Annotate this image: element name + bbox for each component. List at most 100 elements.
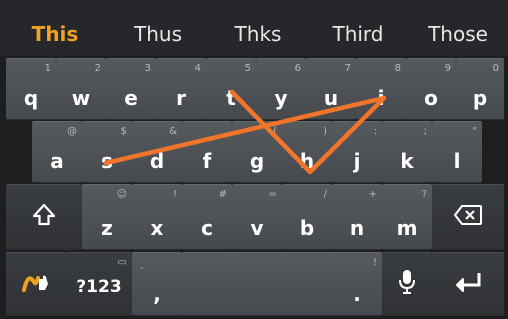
key-hint: _: [222, 126, 227, 137]
key-a[interactable]: @ a: [32, 121, 82, 183]
key-h[interactable]: ) h: [282, 121, 332, 183]
key-label: r: [176, 86, 186, 110]
key-label: c: [201, 216, 213, 240]
key-hint: @: [67, 126, 77, 137]
key-l[interactable]: " l: [432, 121, 482, 183]
suggestion-2[interactable]: Thus: [118, 0, 198, 56]
key-hint: 0: [492, 63, 499, 74]
key-k[interactable]: ; k: [382, 121, 432, 183]
key-d[interactable]: & d: [132, 121, 182, 183]
keyboard: This Thus Thks Third Those 1q 2w 3e 4r 5…: [0, 0, 508, 319]
microphone-key[interactable]: [382, 252, 432, 316]
key-label: q: [23, 86, 39, 110]
enter-icon: [432, 270, 504, 298]
key-label: p: [472, 86, 488, 110]
shift-key[interactable]: [6, 184, 82, 250]
key-w[interactable]: 2w: [56, 58, 106, 120]
key-label: k: [400, 149, 414, 173]
key-hint: 7: [344, 63, 351, 74]
key-label: e: [124, 86, 138, 110]
backspace-icon: [432, 204, 504, 230]
key-hint: 1: [44, 63, 51, 74]
key-q[interactable]: 1q: [6, 58, 56, 120]
key-y[interactable]: 6y: [256, 58, 306, 120]
key-m[interactable]: ? m: [382, 184, 432, 250]
key-o[interactable]: 9o: [406, 58, 456, 120]
shift-icon: [6, 202, 82, 232]
comma-key[interactable]: - ,: [132, 252, 182, 316]
backspace-key[interactable]: [432, 184, 504, 250]
key-hint: ": [472, 126, 477, 137]
key-label: g: [249, 149, 265, 173]
key-hint: 8: [394, 63, 401, 74]
key-hint: ?: [421, 189, 427, 200]
key-z[interactable]: ☺ z: [82, 184, 132, 250]
key-label: x: [150, 216, 164, 240]
key-j[interactable]: :j: [332, 121, 382, 183]
key-hint: !: [172, 189, 177, 200]
enter-key[interactable]: [432, 252, 504, 316]
key-hint: /: [323, 189, 327, 200]
key-hint: &: [169, 126, 177, 137]
key-label: ,: [153, 282, 161, 306]
key-u[interactable]: 7u: [306, 58, 356, 120]
key-label: t: [226, 86, 236, 110]
suggestion-4[interactable]: Third: [318, 0, 398, 56]
key-hint: 3: [144, 63, 151, 74]
swype-key[interactable]: [6, 252, 66, 316]
key-hint: $: [120, 126, 127, 137]
key-hint: 9: [444, 63, 451, 74]
symbols-key[interactable]: ▭ ?123: [66, 252, 132, 316]
key-label: s: [101, 149, 113, 173]
suggestion-3[interactable]: Thks: [218, 0, 298, 56]
key-label: n: [349, 216, 365, 240]
key-hint: ▭: [117, 257, 127, 268]
key-t[interactable]: 5t: [206, 58, 256, 120]
key-f[interactable]: _ f: [182, 121, 232, 183]
key-row-4: ▭ ?123 - , ! .: [0, 252, 508, 316]
key-hint: #: [218, 189, 227, 200]
key-e[interactable]: 3e: [106, 58, 156, 120]
suggestion-1[interactable]: This: [20, 0, 90, 56]
key-label: b: [299, 216, 315, 240]
suggestion-bar: This Thus Thks Third Those: [0, 0, 508, 56]
key-hint: +: [368, 189, 377, 200]
key-hint: 5: [244, 63, 251, 74]
key-v[interactable]: = v: [232, 184, 282, 250]
key-hint: (: [273, 126, 277, 137]
key-hint: 6: [294, 63, 301, 74]
key-hint: :: [373, 126, 377, 137]
key-label: l: [453, 149, 461, 173]
key-s[interactable]: $ s: [82, 121, 132, 183]
key-label: a: [50, 149, 64, 173]
key-hint: !: [372, 257, 377, 268]
key-label: i: [377, 86, 385, 110]
key-hint: ): [323, 126, 327, 137]
key-label: f: [202, 149, 212, 173]
key-label: o: [424, 86, 438, 110]
key-label: w: [71, 86, 91, 110]
microphone-icon: [382, 268, 432, 300]
key-label: .: [353, 282, 361, 306]
key-label: h: [299, 149, 315, 173]
key-n[interactable]: + n: [332, 184, 382, 250]
suggestion-5[interactable]: Those: [416, 0, 500, 56]
key-row-2: @ a $ s & d _ f (g ) h :j ; k " l: [0, 121, 508, 183]
key-r[interactable]: 4r: [156, 58, 206, 120]
key-g[interactable]: (g: [232, 121, 282, 183]
period-key[interactable]: ! .: [332, 252, 382, 316]
key-label: z: [101, 216, 113, 240]
key-label: j: [353, 149, 361, 173]
key-label: v: [250, 216, 264, 240]
key-label: y: [274, 86, 288, 110]
key-c[interactable]: # c: [182, 184, 232, 250]
key-b[interactable]: / b: [282, 184, 332, 250]
key-hint: -: [140, 263, 144, 274]
key-hint: =: [268, 189, 277, 200]
key-label: d: [149, 149, 165, 173]
key-label: m: [396, 216, 418, 240]
key-p[interactable]: 0p: [456, 58, 504, 120]
key-i[interactable]: 8i: [356, 58, 406, 120]
key-hint: 2: [94, 63, 101, 74]
key-x[interactable]: ! x: [132, 184, 182, 250]
